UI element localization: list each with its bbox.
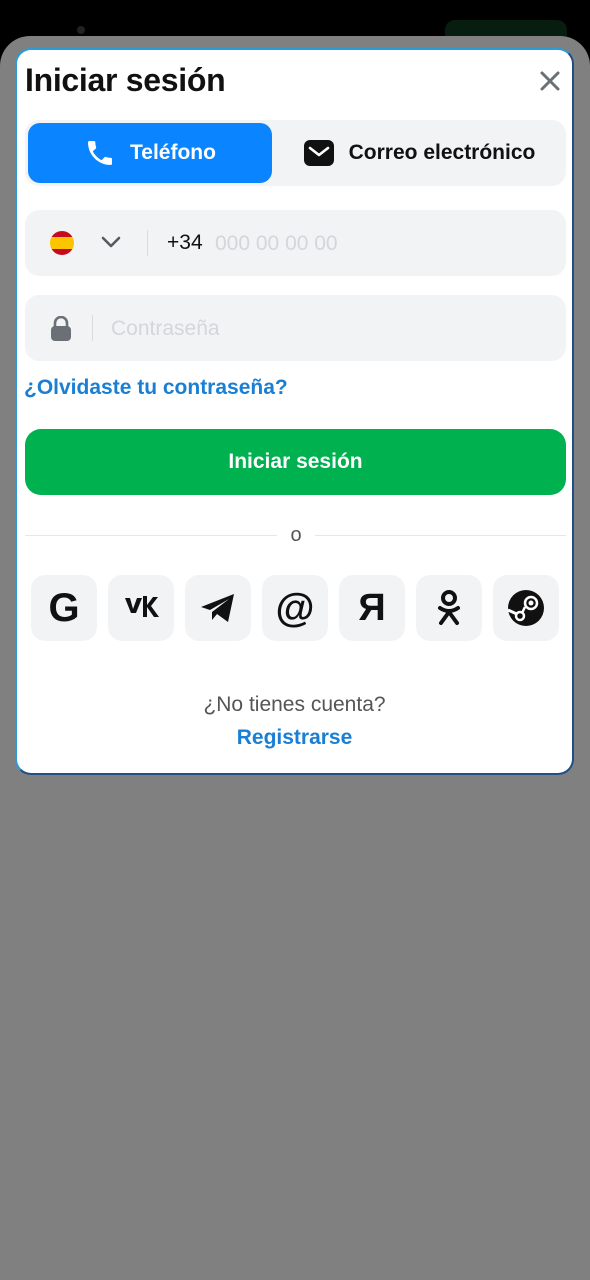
lock-icon: [51, 316, 71, 341]
at-sign-icon: @: [275, 586, 315, 630]
modal-title: Iniciar sesión: [25, 62, 226, 98]
steam-login-button[interactable]: [493, 575, 559, 641]
tab-email-label: Correo electrónico: [348, 141, 536, 164]
close-button[interactable]: [535, 66, 565, 96]
login-button[interactable]: Iniciar sesión: [25, 429, 566, 495]
yandex-login-button[interactable]: Я: [339, 575, 405, 641]
phone-field: +34: [25, 210, 566, 276]
separator-line: [315, 535, 566, 536]
vk-icon: [125, 596, 159, 617]
register-link-row: Registrarse: [17, 726, 572, 750]
yandex-icon: Я: [358, 587, 386, 629]
social-login-row: G @ Я: [31, 575, 563, 641]
forgot-password-link[interactable]: ¿Olvidaste tu contraseña?: [24, 376, 288, 400]
tab-phone[interactable]: Teléfono: [28, 123, 272, 183]
no-account-text: ¿No tienes cuenta?: [203, 693, 386, 716]
steam-icon: [507, 590, 544, 626]
country-code: +34: [167, 231, 203, 254]
password-field: [25, 295, 566, 361]
vk-login-button[interactable]: [108, 575, 174, 641]
status-bar-dot: [77, 26, 85, 34]
telegram-icon: [201, 594, 234, 622]
google-icon: G: [48, 586, 80, 630]
login-method-tabs: Teléfono Correo electrónico: [25, 120, 566, 186]
password-input[interactable]: [109, 311, 533, 347]
tab-phone-label: Teléfono: [130, 141, 216, 164]
register-link[interactable]: Registrarse: [237, 726, 353, 749]
separator-label: o: [290, 524, 302, 546]
odnoklassniki-icon: [438, 590, 460, 625]
mail-ru-login-button[interactable]: @: [262, 575, 328, 641]
phone-icon: [88, 141, 113, 165]
field-divider: [92, 315, 93, 341]
spain-flag-icon: [50, 231, 74, 255]
telegram-login-button[interactable]: [185, 575, 251, 641]
login-modal: Iniciar sesión Teléfono Correo electróni…: [15, 48, 574, 775]
phone-input[interactable]: [213, 226, 547, 262]
google-login-button[interactable]: G: [31, 575, 97, 641]
tab-email[interactable]: Correo electrónico: [275, 123, 563, 183]
mail-icon: [303, 140, 334, 166]
chevron-down-icon: [101, 236, 121, 248]
close-icon: [540, 71, 560, 91]
separator-line: [25, 535, 277, 536]
field-divider: [147, 230, 148, 256]
country-selector[interactable]: [99, 230, 123, 259]
odnoklassniki-login-button[interactable]: [416, 575, 482, 641]
